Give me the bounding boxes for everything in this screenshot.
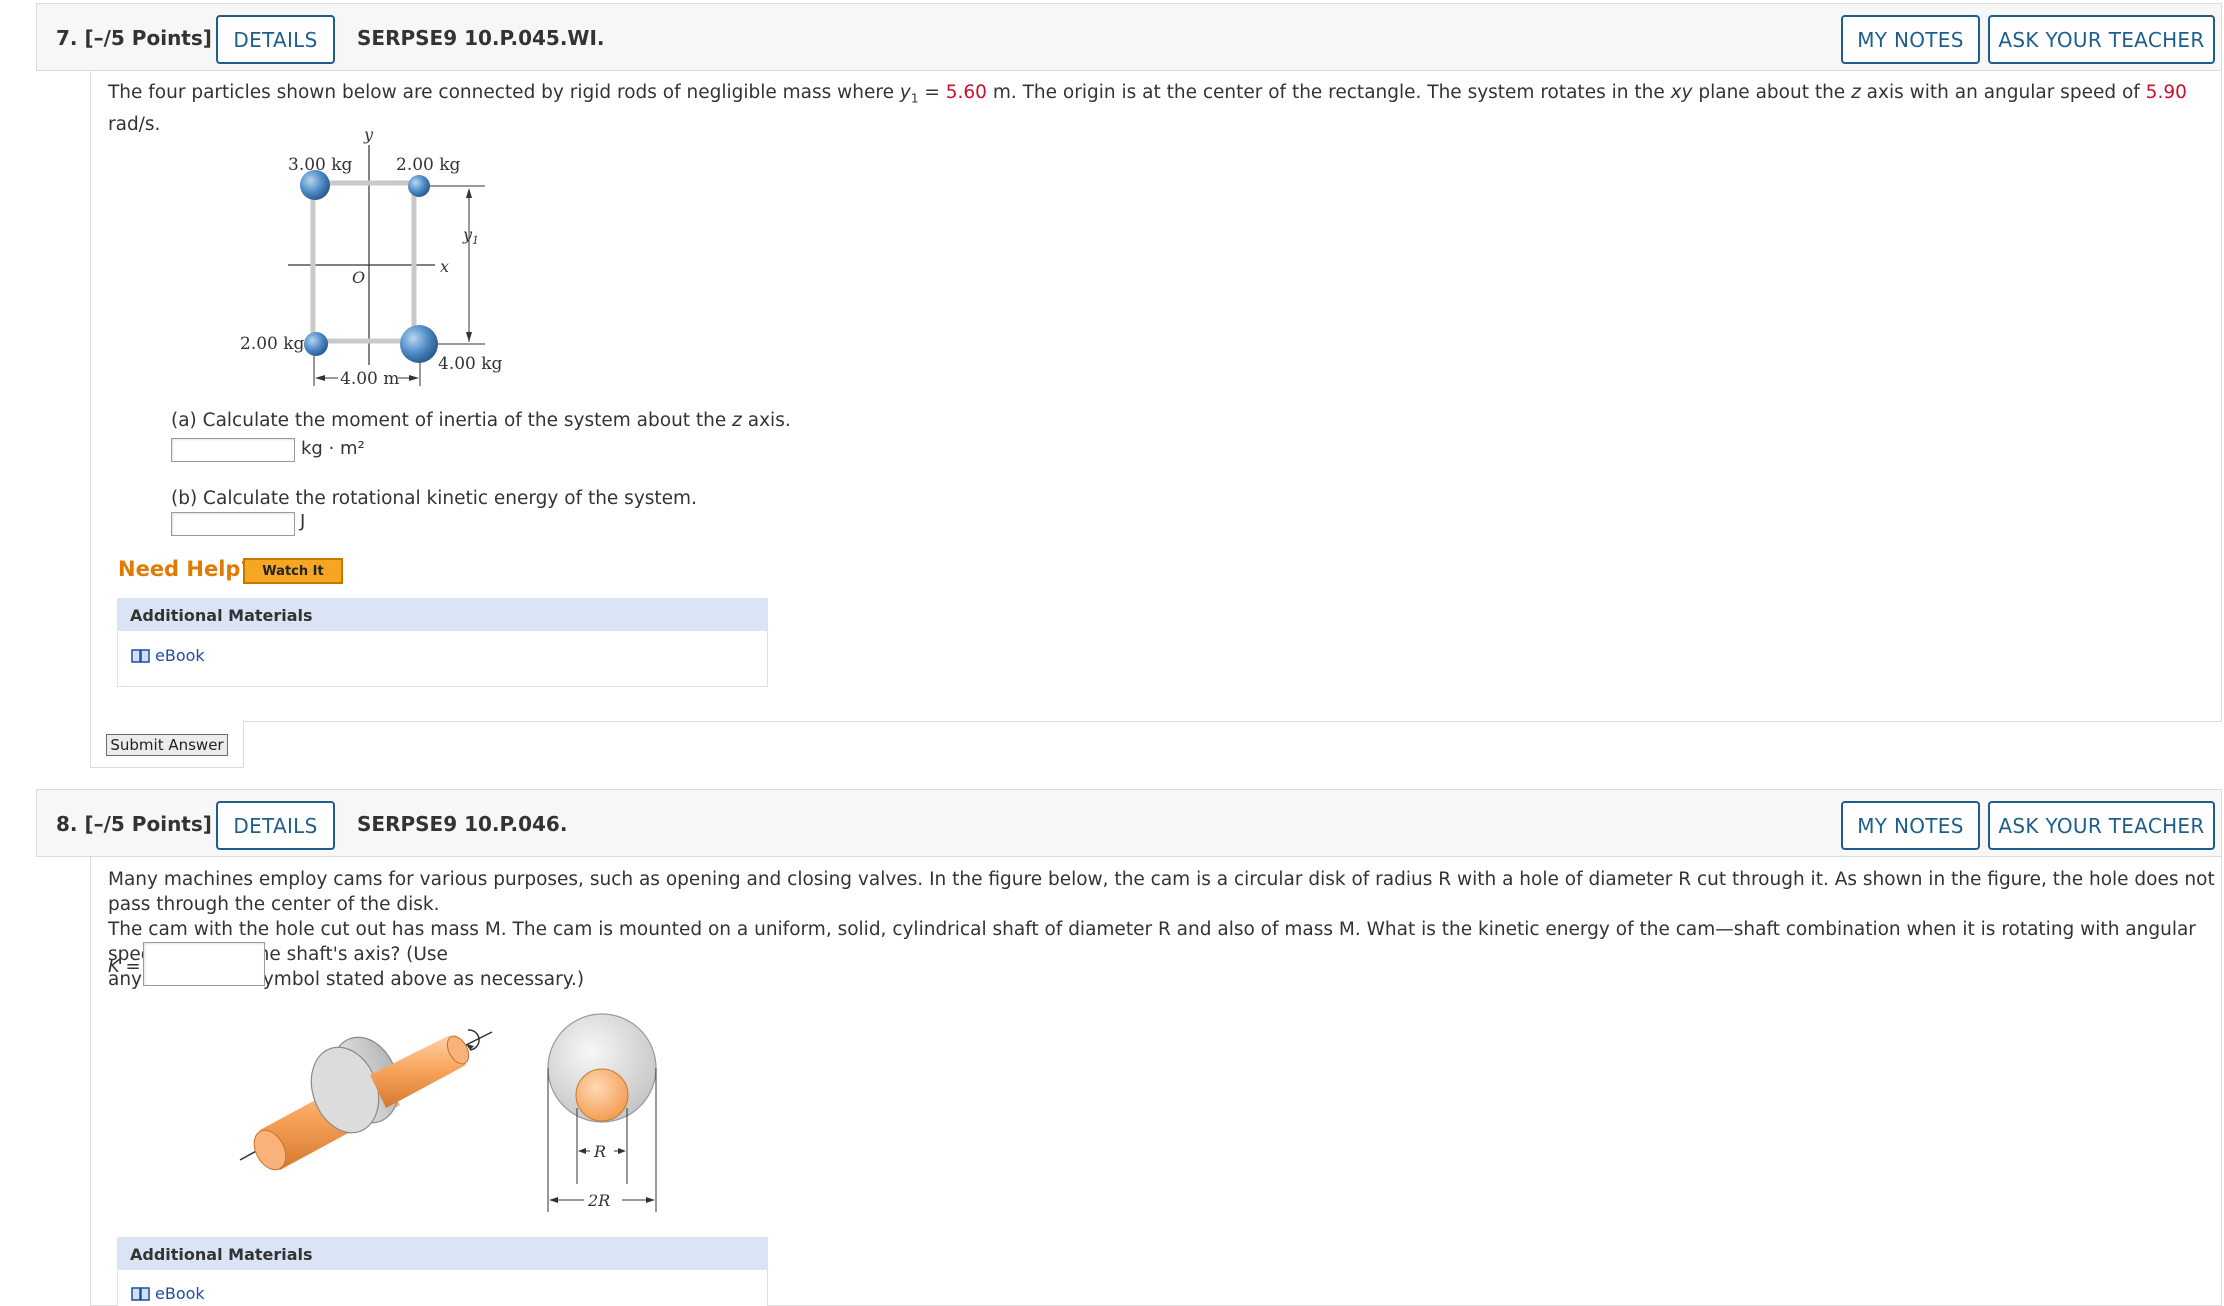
q8-k-label: K = — [108, 956, 141, 977]
q7-ask-teacher-button[interactable]: ASK YOUR TEACHER — [1988, 15, 2215, 64]
q7-omega-value: 5.90 — [2145, 82, 2187, 103]
q8-ebook-link[interactable]: eBook — [131, 1284, 205, 1303]
q7-label-y1: y1 — [462, 225, 479, 247]
q7-part-a-input[interactable] — [171, 438, 295, 462]
q8-label-r: R — [593, 1142, 606, 1161]
q7-label-mass-bl: 2.00 kg — [240, 334, 305, 354]
q7-part-b-unit: J — [300, 511, 306, 532]
q7-y1-value: 5.60 — [945, 82, 987, 103]
q7-question-code: SERPSE9 10.P.045.WI. — [357, 26, 605, 50]
q7-part-a-unit: kg · m² — [301, 438, 365, 459]
q8-k-input[interactable] — [143, 942, 265, 986]
q8-cam-front-figure: R 2R — [547, 1013, 657, 1212]
q7-ebook-link[interactable]: eBook — [131, 646, 205, 665]
q7-label-origin: O — [352, 268, 365, 287]
q7-label-mass-tl: 3.00 kg — [288, 155, 353, 175]
q7-label-mass-tr: 2.00 kg — [396, 155, 461, 175]
q8-cam-shaft-figure — [239, 1029, 493, 1171]
q7-header: 7. [–/5 Points] DETAILS SERPSE9 10.P.045… — [36, 3, 2222, 71]
q7-label-y-axis: y — [363, 125, 374, 144]
additional-materials-header: Additional Materials — [118, 1238, 767, 1270]
q7-label-mass-br: 4.00 kg — [438, 354, 503, 374]
q7-particles-figure: 3.00 kg 2.00 kg 2.00 kg 4.00 kg 4.00 m y… — [240, 125, 503, 389]
q8-question-code: SERPSE9 10.P.046. — [357, 812, 568, 836]
q7-additional-materials: Additional Materials eBook — [117, 598, 768, 687]
q7-mass-top-right — [408, 175, 430, 197]
q8-my-notes-button[interactable]: MY NOTES — [1841, 801, 1980, 850]
q7-label-x-axis: x — [440, 257, 449, 276]
q8-label-2r: 2R — [587, 1191, 610, 1210]
q7-mass-bottom-left — [304, 332, 328, 356]
q8-details-button[interactable]: DETAILS — [216, 801, 335, 850]
need-help-label: Need Help? — [118, 557, 253, 581]
q8-additional-materials: Additional Materials eBook — [117, 1237, 768, 1306]
q8-problem-text: Many machines employ cams for various pu… — [108, 869, 2215, 990]
book-icon — [131, 648, 150, 663]
q7-part-a-text: (a) Calculate the moment of inertia of t… — [171, 410, 791, 431]
q8-header: 8. [–/5 Points] DETAILS SERPSE9 10.P.046… — [36, 789, 2222, 857]
q7-number-points: 7. [–/5 Points] — [56, 26, 212, 50]
q8-number-points: 8. [–/5 Points] — [56, 812, 212, 836]
watch-it-button[interactable]: Watch It — [243, 558, 343, 584]
q7-my-notes-button[interactable]: MY NOTES — [1841, 15, 1980, 64]
q7-part-b-input[interactable] — [171, 512, 295, 536]
submit-answer-button[interactable]: Submit Answer — [106, 734, 228, 756]
q7-mass-bottom-right — [400, 325, 438, 363]
q7-details-button[interactable]: DETAILS — [216, 15, 335, 64]
additional-materials-header: Additional Materials — [118, 599, 767, 631]
q7-part-b-text: (b) Calculate the rotational kinetic ene… — [171, 488, 697, 509]
q7-label-width: 4.00 m — [340, 369, 399, 389]
q8-ask-teacher-button[interactable]: ASK YOUR TEACHER — [1988, 801, 2215, 850]
book-icon — [131, 1286, 150, 1301]
